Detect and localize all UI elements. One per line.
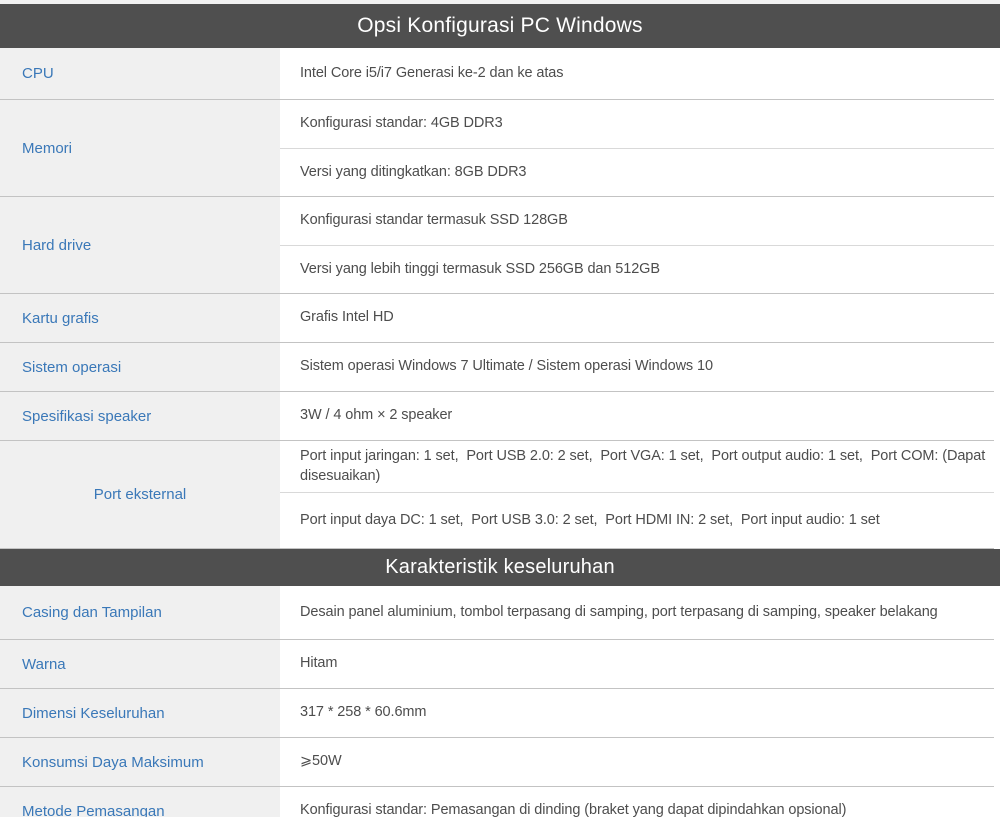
spec-value: Port input jaringan: 1 set, Port USB 2.0… — [280, 441, 994, 492]
spec-value: Konfigurasi standar: Pemasangan di dindi… — [280, 787, 994, 817]
spec-row-memori: Memori Konfigurasi standar: 4GB DDR3 Ver… — [0, 100, 994, 197]
spec-row-spesifikasi-speaker: Spesifikasi speaker 3W / 4 ohm × 2 speak… — [0, 392, 994, 441]
spec-value: Hitam — [280, 640, 994, 688]
spec-label-konsumsi-daya: Konsumsi Daya Maksimum — [0, 738, 280, 786]
spec-value: Sistem operasi Windows 7 Ultimate / Sist… — [280, 343, 994, 391]
spec-value: Port input daya DC: 1 set, Port USB 3.0:… — [280, 492, 994, 548]
spec-value: 3W / 4 ohm × 2 speaker — [280, 392, 994, 440]
spec-row-konsumsi-daya: Konsumsi Daya Maksimum ⩾50W — [0, 738, 994, 787]
spec-label-metode-pemasangan: Metode Pemasangan — [0, 787, 280, 817]
spec-label-cpu: CPU — [0, 48, 280, 99]
spec-values: Konfigurasi standar: 4GB DDR3 Versi yang… — [280, 100, 994, 196]
spec-values: Konfigurasi standar: Pemasangan di dindi… — [280, 787, 994, 817]
spec-row-kartu-grafis: Kartu grafis Grafis Intel HD — [0, 294, 994, 343]
spec-value: ⩾50W — [280, 738, 994, 786]
spec-value: Versi yang lebih tinggi termasuk SSD 256… — [280, 245, 994, 293]
spec-values: Hitam — [280, 640, 994, 688]
spec-values: Grafis Intel HD — [280, 294, 994, 342]
spec-values: Intel Core i5/i7 Generasi ke-2 dan ke at… — [280, 48, 994, 99]
spec-row-sistem-operasi: Sistem operasi Sistem operasi Windows 7 … — [0, 343, 994, 392]
section-header-karakteristik: Karakteristik keseluruhan — [0, 549, 1000, 586]
spec-row-cpu: CPU Intel Core i5/i7 Generasi ke-2 dan k… — [0, 48, 994, 100]
spec-values: 3W / 4 ohm × 2 speaker — [280, 392, 994, 440]
spec-values: Port input jaringan: 1 set, Port USB 2.0… — [280, 441, 994, 548]
spec-row-metode-pemasangan: Metode Pemasangan Konfigurasi standar: P… — [0, 787, 994, 817]
spec-sheet: Opsi Konfigurasi PC Windows CPU Intel Co… — [0, 0, 1000, 817]
spec-table-karakteristik: Casing dan Tampilan Desain panel alumini… — [0, 586, 994, 817]
spec-label-casing: Casing dan Tampilan — [0, 586, 280, 639]
spec-value: Grafis Intel HD — [280, 294, 994, 342]
spec-label-memori: Memori — [0, 100, 280, 196]
spec-value: Intel Core i5/i7 Generasi ke-2 dan ke at… — [280, 48, 994, 99]
spec-row-dimensi: Dimensi Keseluruhan 317 * 258 * 60.6mm — [0, 689, 994, 738]
spec-value: Versi yang ditingkatkan: 8GB DDR3 — [280, 148, 994, 196]
spec-values: ⩾50W — [280, 738, 994, 786]
section-title: Opsi Konfigurasi PC Windows — [357, 14, 643, 38]
spec-row-port-eksternal: Port eksternal Port input jaringan: 1 se… — [0, 441, 994, 549]
spec-label-warna: Warna — [0, 640, 280, 688]
spec-label-hard-drive: Hard drive — [0, 197, 280, 293]
spec-label-port-eksternal: Port eksternal — [0, 441, 280, 548]
spec-table-windows-config: CPU Intel Core i5/i7 Generasi ke-2 dan k… — [0, 48, 994, 549]
section-header-windows-config: Opsi Konfigurasi PC Windows — [0, 4, 1000, 48]
spec-value: Konfigurasi standar termasuk SSD 128GB — [280, 197, 994, 245]
section-title: Karakteristik keseluruhan — [385, 556, 615, 579]
spec-value: Konfigurasi standar: 4GB DDR3 — [280, 100, 994, 148]
spec-values: Sistem operasi Windows 7 Ultimate / Sist… — [280, 343, 994, 391]
spec-label-spesifikasi-speaker: Spesifikasi speaker — [0, 392, 280, 440]
spec-row-hard-drive: Hard drive Konfigurasi standar termasuk … — [0, 197, 994, 294]
spec-row-warna: Warna Hitam — [0, 640, 994, 689]
spec-label-sistem-operasi: Sistem operasi — [0, 343, 280, 391]
spec-value: Desain panel aluminium, tombol terpasang… — [280, 586, 994, 639]
spec-label-kartu-grafis: Kartu grafis — [0, 294, 280, 342]
spec-label-dimensi: Dimensi Keseluruhan — [0, 689, 280, 737]
spec-values: Konfigurasi standar termasuk SSD 128GB V… — [280, 197, 994, 293]
spec-row-casing: Casing dan Tampilan Desain panel alumini… — [0, 586, 994, 640]
spec-value: 317 * 258 * 60.6mm — [280, 689, 994, 737]
spec-values: Desain panel aluminium, tombol terpasang… — [280, 586, 994, 639]
spec-values: 317 * 258 * 60.6mm — [280, 689, 994, 737]
